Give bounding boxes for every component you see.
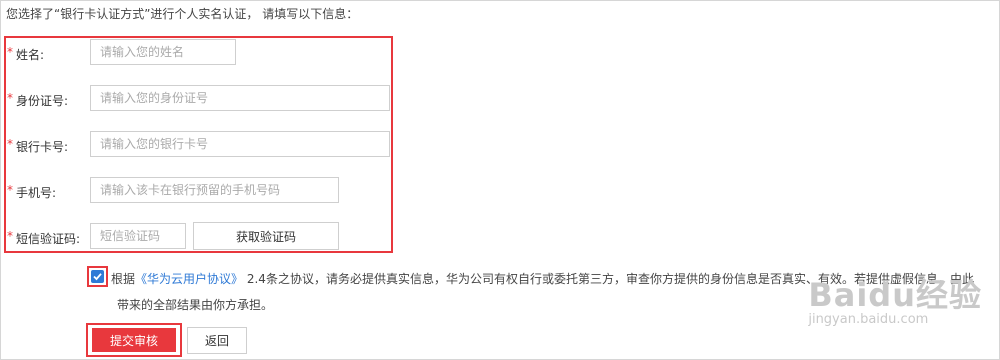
back-button[interactable]: 返回 — [187, 327, 247, 354]
phone-input[interactable] — [90, 177, 339, 203]
agreement-line-2: 带来的全部结果由你方承担。 — [117, 298, 274, 312]
get-code-button[interactable]: 获取验证码 — [193, 222, 339, 250]
agreement-checkbox-highlight — [87, 266, 108, 287]
checkmark-icon — [93, 273, 102, 281]
sms-code-input[interactable] — [90, 223, 186, 249]
user-agreement-link[interactable]: 《华为云用户协议》 — [135, 272, 243, 286]
baidu-watermark: Baidu经验 jingyan.baidu.com — [808, 270, 982, 327]
name-input[interactable] — [90, 39, 236, 65]
name-label: 姓名: — [16, 48, 45, 62]
required-mark: * — [7, 91, 13, 105]
id-number-label: 身份证号: — [16, 94, 69, 108]
intro-text: 您选择了“银行卡认证方式”进行个人实名认证， 请填写以下信息： — [6, 7, 359, 21]
required-mark: * — [7, 183, 13, 197]
sms-code-label: 短信验证码: — [16, 232, 81, 246]
required-mark: * — [7, 137, 13, 151]
id-number-input[interactable] — [90, 85, 390, 111]
required-mark: * — [7, 45, 13, 59]
bank-card-input[interactable] — [90, 131, 390, 157]
bank-card-label: 银行卡号: — [16, 140, 69, 154]
required-mark: * — [7, 229, 13, 243]
submit-review-button[interactable]: 提交审核 — [92, 328, 176, 352]
phone-label: 手机号: — [16, 186, 57, 200]
watermark-logo: Baidu经验 — [808, 276, 982, 314]
agreement-checkbox[interactable] — [91, 270, 104, 283]
agreement-prefix: 根据 — [111, 272, 136, 286]
submit-button-highlight: 提交审核 — [86, 323, 182, 357]
